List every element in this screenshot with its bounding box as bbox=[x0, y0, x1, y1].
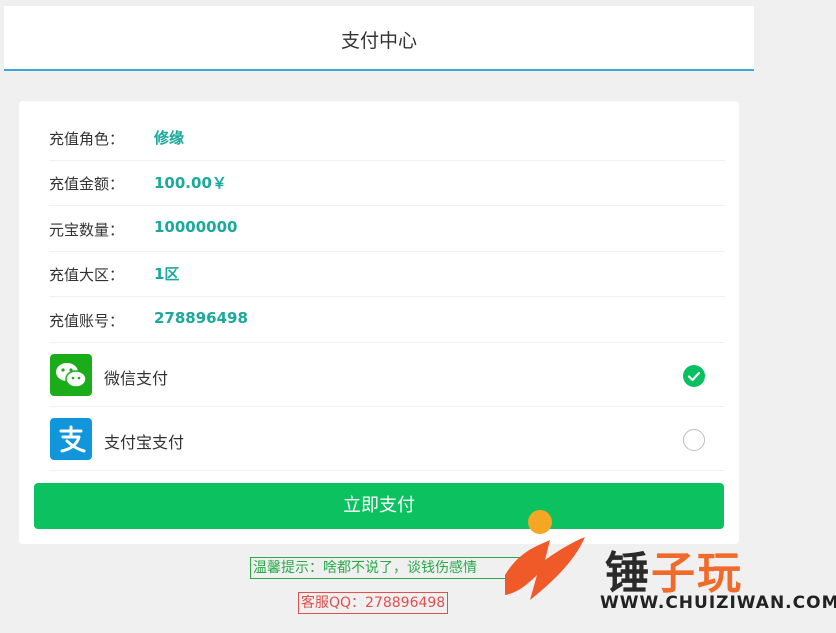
alipay-radio-unchecked[interactable] bbox=[683, 429, 705, 451]
info-row-amount: 充值金额： 100.00￥ bbox=[49, 161, 725, 206]
ingots-label: 元宝数量： bbox=[49, 221, 125, 239]
payment-option-wechat[interactable]: 微信支付 bbox=[49, 344, 725, 407]
role-label: 充值角色： bbox=[49, 130, 125, 148]
server-label: 充值大区： bbox=[49, 266, 125, 284]
amount-value: 100.00￥ bbox=[154, 174, 227, 192]
watermark-url: WWW.CHUIZIWAN.COM bbox=[600, 593, 836, 613]
payment-option-alipay[interactable]: 支付宝支付 bbox=[49, 408, 725, 471]
amount-label: 充值金额： bbox=[49, 175, 125, 193]
watermark-brand: 锤子玩 bbox=[605, 548, 743, 599]
check-icon bbox=[687, 371, 701, 382]
info-row-server: 充值大区： 1区 bbox=[49, 252, 725, 297]
customer-service-qq: 客服QQ：278896498 bbox=[298, 592, 449, 614]
alipay-icon bbox=[50, 418, 92, 460]
account-label: 充值账号： bbox=[49, 312, 125, 330]
wechat-radio-checked[interactable] bbox=[683, 365, 705, 387]
ingots-value: 10000000 bbox=[154, 218, 238, 236]
account-value: 278896498 bbox=[154, 309, 248, 327]
info-row-ingots: 元宝数量： 10000000 bbox=[49, 207, 725, 252]
wechat-icon bbox=[50, 354, 92, 396]
tip-text: 温馨提示：啥都不说了，谈钱伤感情 bbox=[250, 557, 520, 579]
info-row-role: 充值角色： 修缘 bbox=[49, 116, 725, 161]
header-bar: 支付中心 bbox=[4, 6, 754, 71]
wechat-pay-label: 微信支付 bbox=[104, 369, 169, 388]
pay-now-button[interactable]: 立即支付 bbox=[34, 483, 724, 529]
info-row-account: 充值账号： 278896498 bbox=[49, 298, 725, 343]
page-title: 支付中心 bbox=[340, 30, 417, 52]
payment-card: 充值角色： 修缘 充值金额： 100.00￥ 元宝数量： 10000000 充值… bbox=[19, 101, 739, 544]
server-value: 1区 bbox=[154, 265, 180, 283]
alipay-pay-label: 支付宝支付 bbox=[104, 433, 185, 452]
role-value: 修缘 bbox=[154, 129, 185, 147]
